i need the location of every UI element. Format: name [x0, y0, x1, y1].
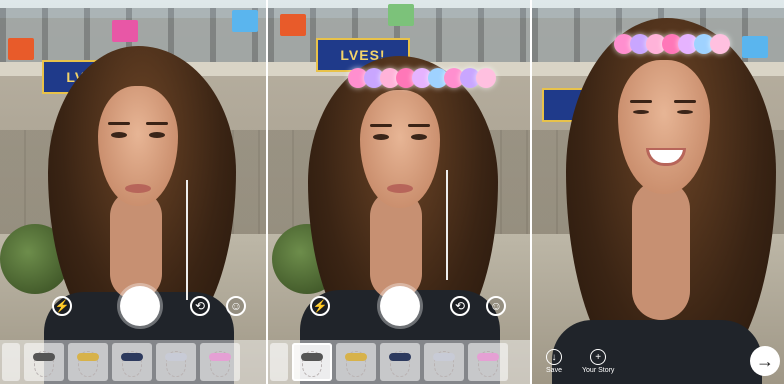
- dark-crown-filter[interactable]: [380, 343, 420, 381]
- poster: [280, 14, 306, 36]
- switch-camera-icon[interactable]: ⟲: [190, 296, 210, 316]
- dark-crown-filter[interactable]: [112, 343, 152, 381]
- silver-tiara-filter[interactable]: [156, 343, 196, 381]
- filter-thumb-partial[interactable]: [2, 343, 20, 381]
- pink-tiara-filter[interactable]: [200, 343, 240, 381]
- camera-panel-flower-crown: LVES! ⚡ ⟲ ☺: [268, 0, 530, 384]
- download-icon: ↓: [546, 349, 562, 365]
- flash-icon[interactable]: ⚡: [310, 296, 330, 316]
- poster: [112, 20, 138, 42]
- poster: [742, 36, 768, 58]
- preview-panel-flower-crown: ↓ Save + Your Story →: [532, 0, 784, 384]
- send-arrow-button[interactable]: →: [750, 346, 780, 376]
- filter-tray[interactable]: [0, 340, 266, 384]
- poster: [388, 4, 414, 26]
- glasses-filter[interactable]: [24, 343, 64, 381]
- switch-camera-icon[interactable]: ⟲: [450, 296, 470, 316]
- flash-icon[interactable]: ⚡: [52, 296, 72, 316]
- earphone-cable: [186, 180, 188, 300]
- gold-crown-filter[interactable]: [68, 343, 108, 381]
- capture-button[interactable]: [380, 286, 420, 326]
- filter-tray[interactable]: [268, 340, 530, 384]
- flower-crown-overlay: [614, 34, 730, 54]
- story-add-icon: +: [590, 349, 607, 365]
- silver-tiara-filter[interactable]: [424, 343, 464, 381]
- screens-collage: LVES! ⚡ ⟲ ☺: [0, 0, 784, 384]
- glasses-filter[interactable]: [292, 343, 332, 381]
- gold-crown-filter[interactable]: [336, 343, 376, 381]
- face-filter-icon[interactable]: ☺: [486, 296, 506, 316]
- capture-button[interactable]: [120, 286, 160, 326]
- camera-panel-no-filter: LVES! ⚡ ⟲ ☺: [0, 0, 266, 384]
- your-story-button[interactable]: + Your Story: [582, 349, 614, 374]
- poster: [232, 10, 258, 32]
- save-button[interactable]: ↓ Save: [546, 349, 562, 374]
- poster: [8, 38, 34, 60]
- face-filter-icon[interactable]: ☺: [226, 296, 246, 316]
- save-label: Save: [546, 367, 562, 374]
- flower-crown-overlay: [348, 68, 496, 88]
- your-story-label: Your Story: [582, 367, 615, 374]
- earphone-cable: [446, 170, 448, 280]
- pink-tiara-filter[interactable]: [468, 343, 508, 381]
- flower-crown-filter[interactable]: [270, 343, 288, 381]
